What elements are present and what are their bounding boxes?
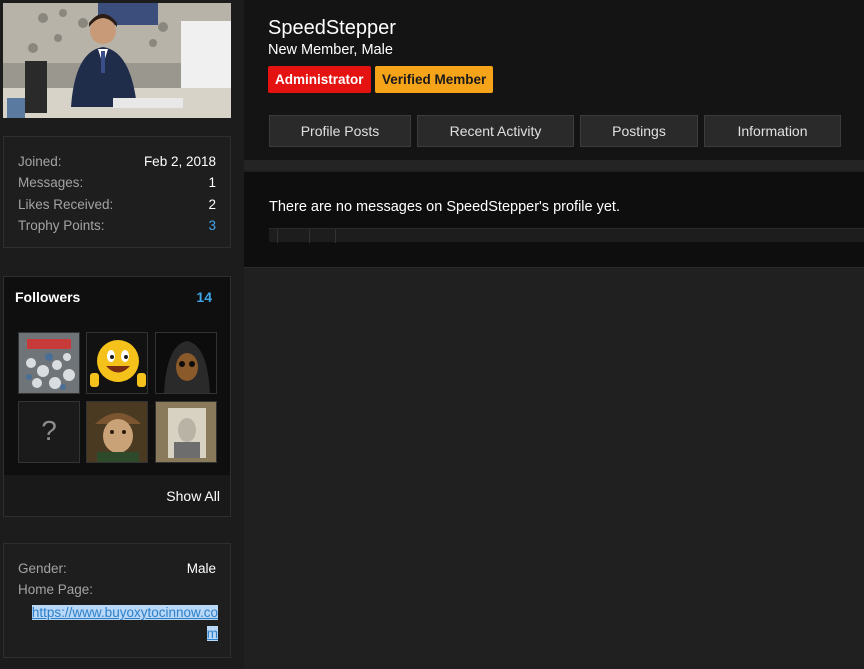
- tab-recent-activity[interactable]: Recent Activity: [417, 115, 574, 147]
- show-all-followers-link[interactable]: Show All: [166, 488, 220, 504]
- profile-username: SpeedStepper: [268, 17, 396, 39]
- gender-value: Male: [186, 561, 216, 576]
- stat-label: Trophy Points:: [18, 218, 105, 233]
- stat-likes: Likes Received: 2: [18, 197, 216, 217]
- follower-avatar-grid: ?: [4, 317, 230, 475]
- homepage-url[interactable]: https://www.buyoxytocinnow.com: [31, 605, 218, 641]
- administrator-banner: Administrator: [268, 66, 371, 93]
- about-panel: Gender: Male Home Page: https://www.buyo…: [3, 543, 231, 658]
- profile-main: SpeedStepper New Member, Male Administra…: [244, 0, 864, 669]
- stat-label: Joined:: [18, 154, 62, 169]
- tab-profile-posts[interactable]: Profile Posts: [269, 115, 411, 147]
- follower-avatar[interactable]: [86, 332, 148, 394]
- follower-avatar[interactable]: [155, 332, 217, 394]
- homepage-row: Home Page:: [18, 582, 216, 602]
- stat-trophy-points[interactable]: Trophy Points: 3: [18, 218, 216, 238]
- stat-joined: Joined: Feb 2, 2018: [18, 154, 216, 174]
- follower-avatar-placeholder[interactable]: ?: [18, 401, 80, 463]
- follower-avatar[interactable]: [86, 401, 148, 463]
- stat-label: Likes Received:: [18, 197, 114, 212]
- gender-row: Gender: Male: [18, 561, 216, 581]
- homepage-label: Home Page:: [18, 582, 94, 597]
- question-mark-icon: ?: [41, 415, 57, 446]
- tab-postings[interactable]: Postings: [580, 115, 698, 147]
- stat-value[interactable]: 1: [208, 175, 216, 195]
- stat-label: Messages:: [18, 175, 84, 190]
- stat-messages[interactable]: Messages: 1: [18, 175, 216, 195]
- no-messages-text: There are no messages on SpeedStepper's …: [269, 199, 620, 215]
- profile-header: SpeedStepper New Member, Male Administra…: [244, 0, 864, 160]
- verified-member-banner: Verified Member: [375, 66, 494, 93]
- followers-header: Followers 14: [4, 277, 230, 317]
- gender-label: Gender:: [18, 561, 67, 576]
- follower-avatar[interactable]: [18, 332, 80, 394]
- tab-information[interactable]: Information: [704, 115, 841, 147]
- followers-title: Followers: [15, 289, 81, 305]
- profile-sidebar: Joined: Feb 2, 2018 Messages: 1 Likes Re…: [0, 0, 244, 669]
- homepage-url-link[interactable]: https://www.buyoxytocinnow.com: [22, 602, 218, 644]
- stat-value: Feb 2, 2018: [143, 154, 216, 169]
- section-divider: [244, 160, 864, 170]
- stat-value: 2: [208, 197, 216, 212]
- followers-panel: Followers 14 ? Show All: [3, 276, 231, 517]
- stats-panel: Joined: Feb 2, 2018 Messages: 1 Likes Re…: [3, 136, 231, 248]
- profile-user-title: New Member, Male: [268, 42, 393, 58]
- trophy-points-link[interactable]: 3: [208, 218, 216, 238]
- profile-posts-panel: There are no messages on SpeedStepper's …: [244, 172, 864, 267]
- follower-avatar[interactable]: [155, 401, 217, 463]
- main-content-area: [244, 267, 864, 669]
- profile-avatar[interactable]: [3, 3, 231, 118]
- followers-count[interactable]: 14: [196, 289, 212, 305]
- post-editor-bar[interactable]: [269, 228, 864, 243]
